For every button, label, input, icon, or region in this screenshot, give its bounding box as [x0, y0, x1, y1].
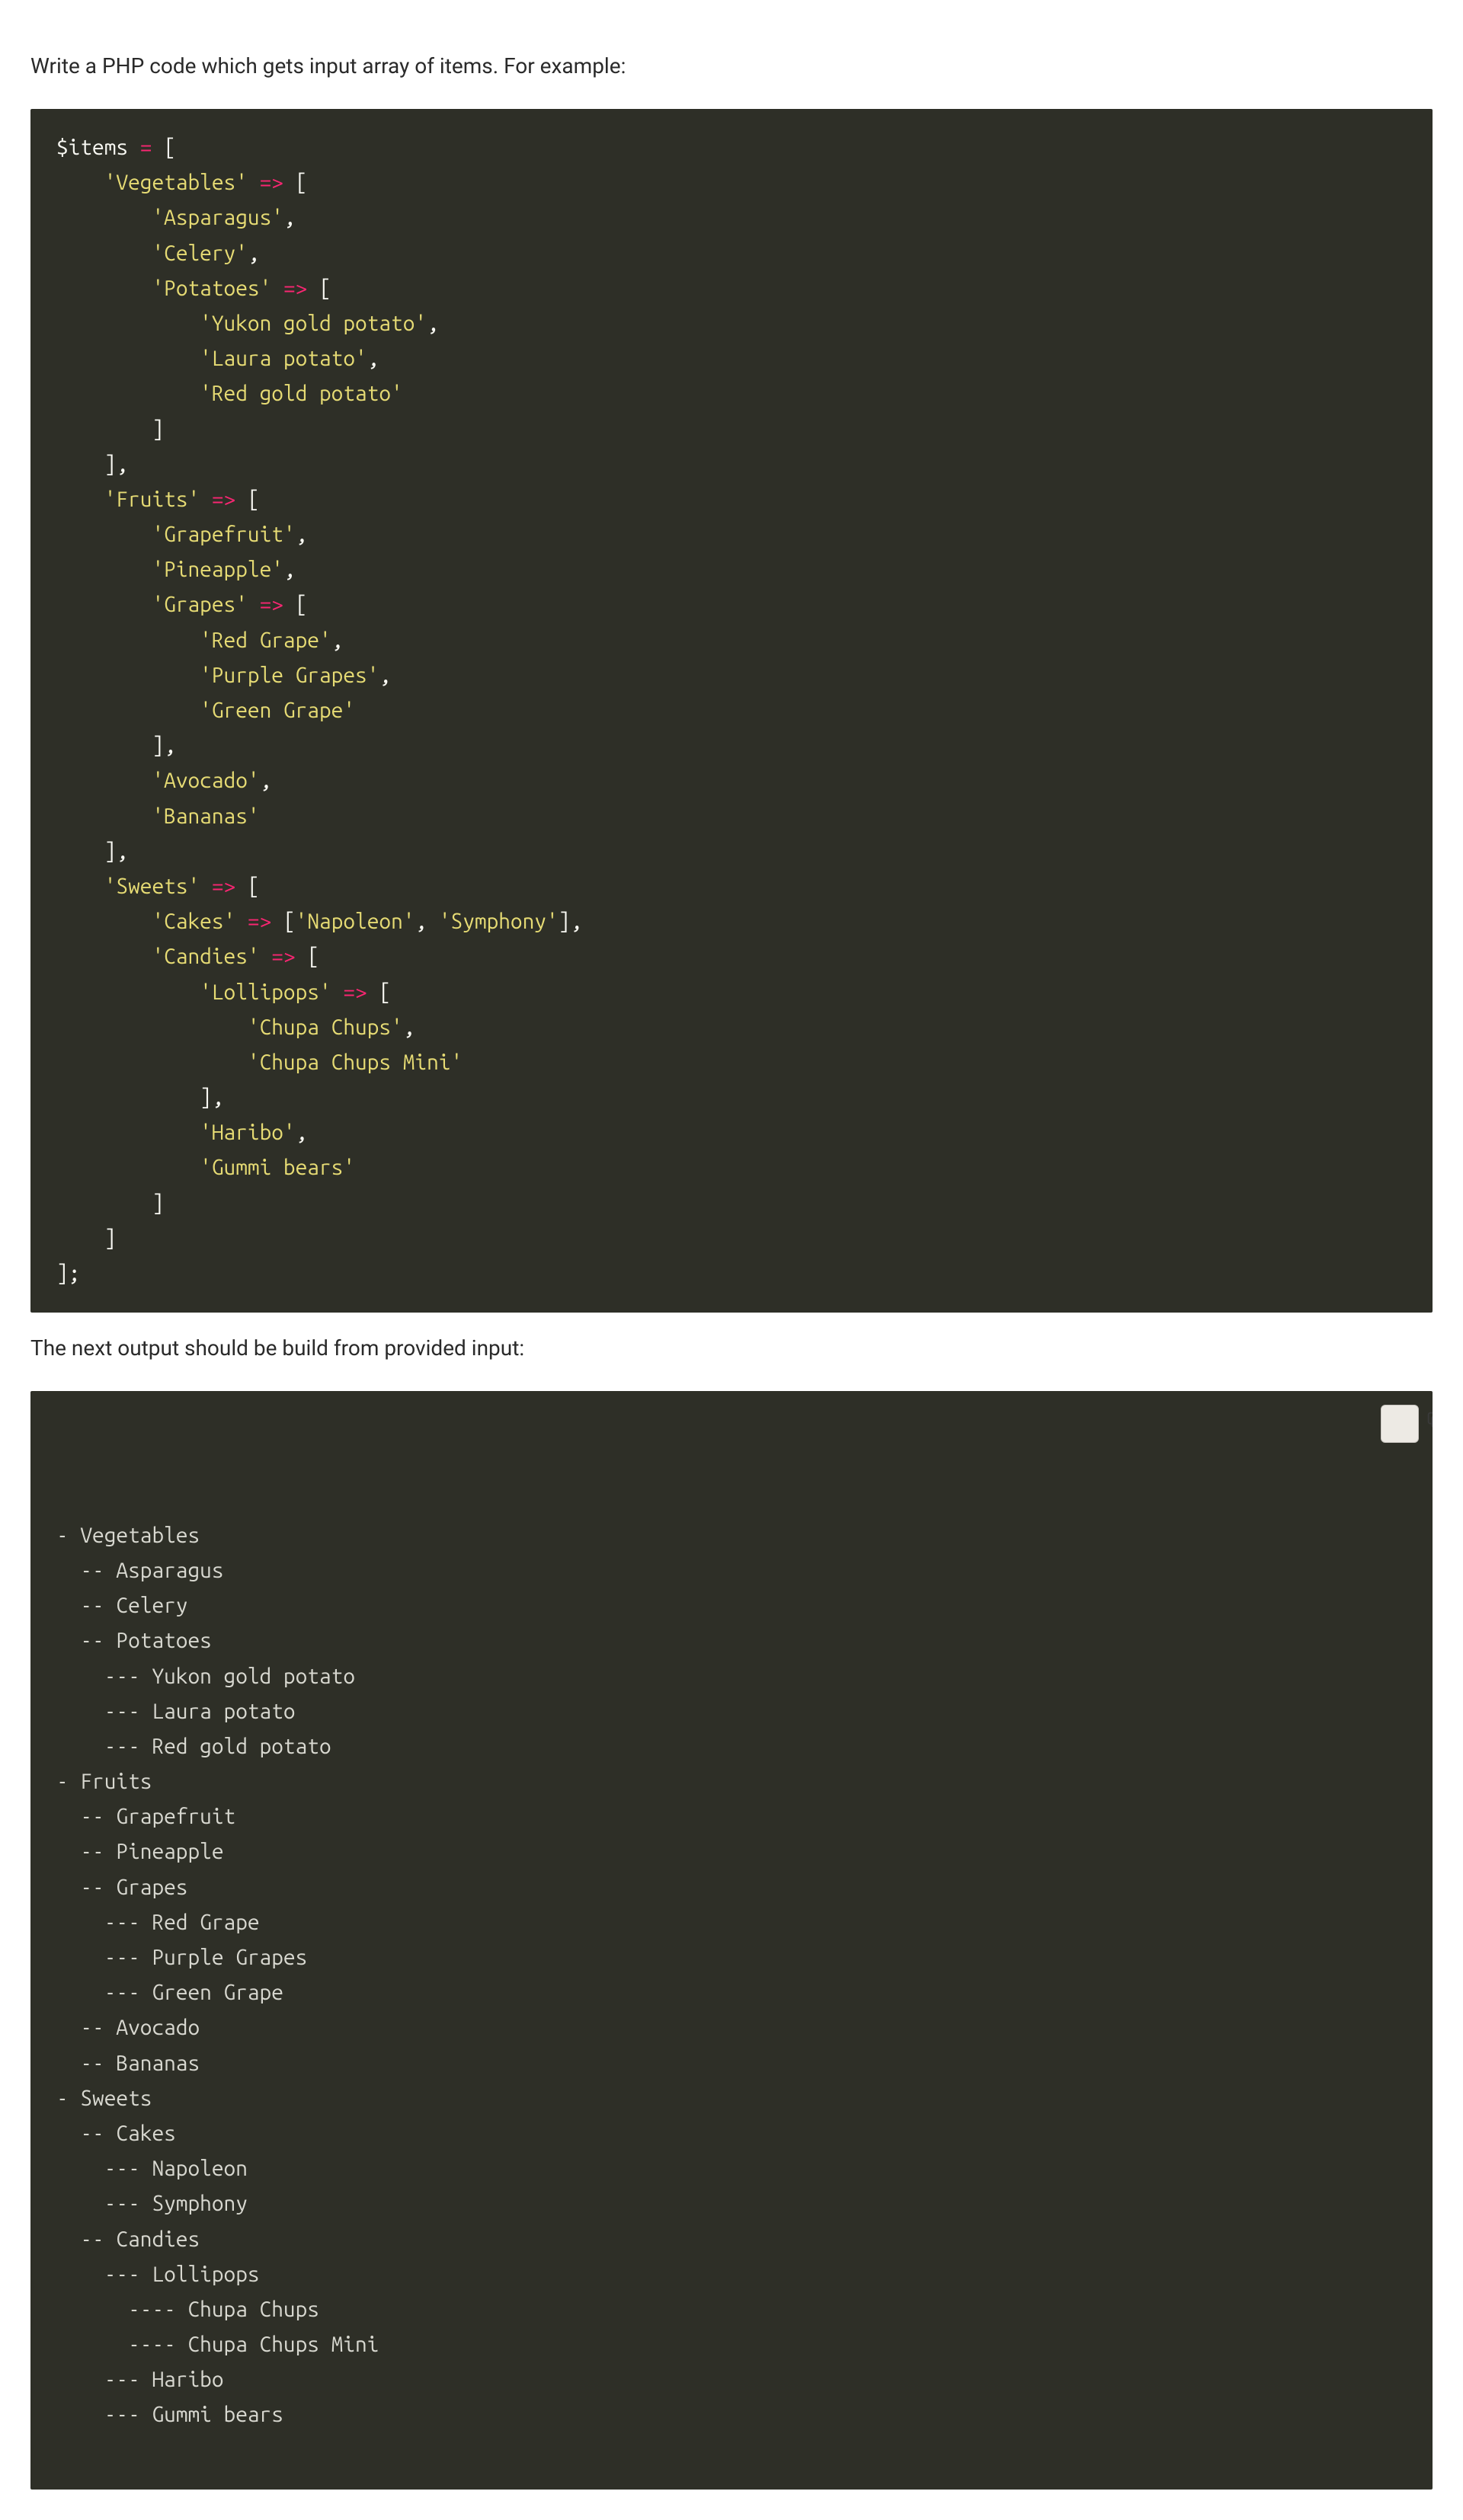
copy-icon — [1353, 1391, 1433, 1476]
copy-button[interactable] — [1381, 1405, 1419, 1443]
intro-paragraph: Write a PHP code which gets input array … — [30, 53, 1433, 78]
output-code-block: - Vegetables -- Asparagus -- Celery -- P… — [30, 1391, 1433, 2490]
middle-paragraph: The next output should be build from pro… — [30, 1335, 1433, 1361]
php-code-block: $items = [ 'Vegetables' => [ 'Asparagus'… — [30, 109, 1433, 1313]
output-text: - Vegetables -- Asparagus -- Celery -- P… — [56, 1518, 1407, 2433]
